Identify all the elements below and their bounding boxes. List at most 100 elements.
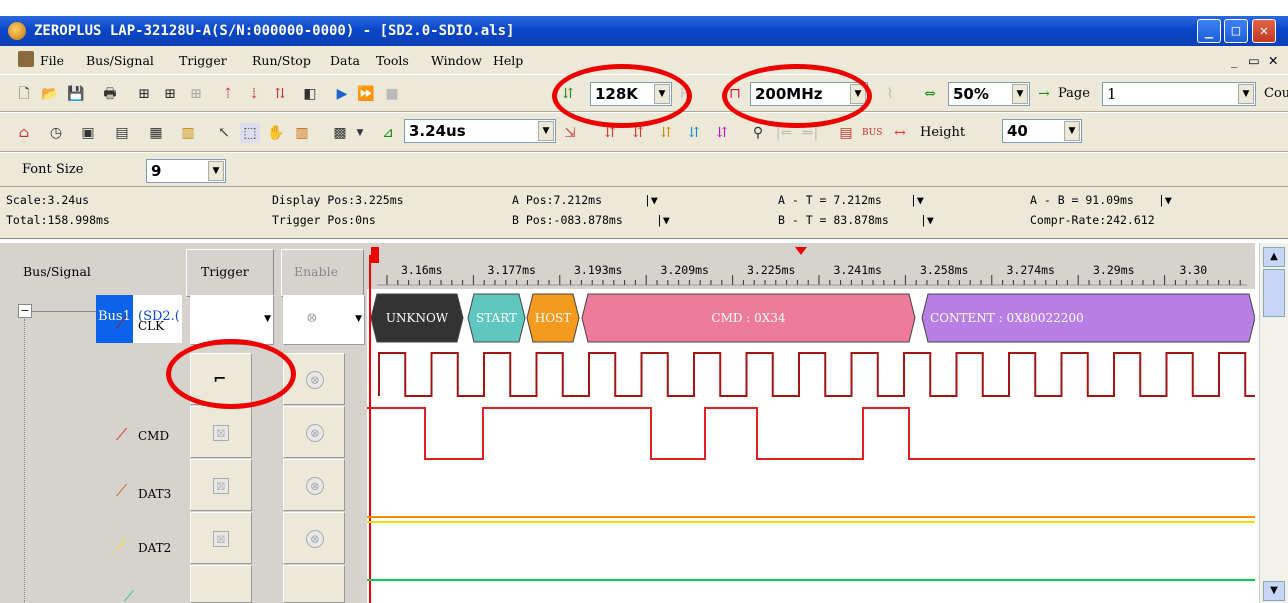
pointer-icon[interactable]: ↖	[214, 123, 234, 143]
zoom-fit-icon[interactable]: ⇔	[920, 84, 940, 104]
menu-help[interactable]: Help	[493, 53, 523, 68]
package-icon[interactable]: ▥	[178, 123, 198, 143]
annotation-circle-trigger	[166, 339, 296, 409]
collapse-icon[interactable]: −	[18, 304, 32, 318]
mdi-restore-icon[interactable]: ▭	[1248, 53, 1260, 68]
height-label: Height	[920, 125, 966, 140]
signal-name[interactable]: CMD	[138, 429, 169, 443]
scroll-up-icon[interactable]: ▲	[1263, 247, 1285, 267]
cursor-d-icon[interactable]: ⇵	[684, 123, 704, 143]
b-t-info: B - T = 83.878ms	[778, 213, 889, 227]
signal-name[interactable]: DAT3	[138, 487, 171, 501]
scroll-down-icon[interactable]: ▼	[1263, 581, 1285, 601]
home-icon[interactable]: ⌂	[14, 123, 34, 143]
chevron-down-icon[interactable]: |▼	[920, 213, 934, 227]
decode-label: CONTENT : 0X80022200	[930, 311, 1084, 325]
menu-window[interactable]: Window	[431, 53, 482, 68]
signal-swap-icon[interactable]: ↔	[890, 123, 910, 143]
run-repeat-icon[interactable]: ⏩	[356, 84, 376, 104]
bus-icon[interactable]: BUS	[862, 123, 882, 143]
font-size-select[interactable]: 9 ▼	[146, 159, 226, 183]
menu-trigger[interactable]: Trigger	[179, 53, 227, 68]
bus-edit-icon[interactable]: ⊞	[160, 84, 180, 104]
trigger-cell-partial[interactable]	[190, 565, 252, 603]
dropdown-icon[interactable]: ▼	[350, 123, 370, 143]
page-value: 1	[1107, 85, 1117, 103]
list-icon[interactable]: ▤	[112, 123, 132, 143]
minimize-button[interactable]: _	[1197, 19, 1221, 43]
capture-icon[interactable]: ◧	[300, 84, 320, 104]
waveform-icon[interactable]: ⌇	[880, 84, 900, 104]
falling-edge-icon[interactable]: ⇣	[244, 84, 264, 104]
dont-care-icon: ⊠	[213, 531, 229, 547]
signal-name[interactable]: CLK	[138, 319, 164, 333]
scale-value: 3.24us	[409, 122, 466, 140]
stop-icon[interactable]: ■	[382, 84, 402, 104]
trigger-cell-cmd[interactable]: ⊠	[190, 406, 252, 458]
height-select[interactable]: 40 ▼	[1002, 119, 1082, 143]
search-icon[interactable]: ⚲	[748, 123, 768, 143]
app-menu-icon[interactable]	[18, 51, 34, 67]
font-size-label: Font Size	[22, 162, 84, 177]
cursor-a-marker-icon[interactable]	[371, 247, 379, 263]
bus-config-icon[interactable]: ▩	[330, 123, 350, 143]
close-button[interactable]: ✕	[1252, 19, 1276, 43]
cursor-c-icon[interactable]: ⇵	[656, 123, 676, 143]
clock-icon[interactable]: ◷	[46, 123, 66, 143]
measure-icon[interactable]: ▥	[292, 123, 312, 143]
menu-data[interactable]: Data	[330, 53, 360, 68]
run-icon[interactable]: ▶	[332, 84, 352, 104]
page-select[interactable]: 1 ▼	[1102, 82, 1256, 106]
vertical-scrollbar[interactable]: ▲ ▼	[1259, 243, 1288, 603]
zoom-select[interactable]: 50% ▼	[948, 82, 1030, 106]
menu-run-stop[interactable]: Run/Stop	[252, 53, 311, 68]
probe-dat1-icon: ⟋	[124, 589, 134, 603]
trigger-cell-dat2[interactable]: ⊠	[190, 512, 252, 564]
maximize-button[interactable]: □	[1224, 19, 1248, 43]
signal-edit-icon[interactable]: ⊞	[186, 84, 206, 104]
enable-cell-partial[interactable]	[283, 565, 345, 603]
enable-cell-cmd[interactable]: ⊗	[283, 406, 345, 458]
trigger-setup-icon[interactable]: ⊞	[134, 84, 154, 104]
waveform-area[interactable]: UNKNOW START HOST CMD : 0X34 CONTENT : 0X800…	[367, 243, 1255, 603]
screen-icon[interactable]: ▣	[78, 123, 98, 143]
chevron-down-icon[interactable]: |▼	[910, 193, 924, 207]
scroll-thumb[interactable]	[1263, 269, 1285, 317]
open-folder-icon[interactable]: 📂	[40, 84, 60, 104]
chevron-down-icon: ▼	[1238, 84, 1254, 104]
bus-trigger-cell[interactable]: ▼	[190, 295, 274, 345]
menu-tools[interactable]: Tools	[376, 53, 409, 68]
mdi-close-icon[interactable]: ✕	[1268, 53, 1278, 68]
chevron-down-icon: ▼	[355, 314, 362, 324]
cursor-e-icon[interactable]: ⇵	[712, 123, 732, 143]
enable-cell-dat3[interactable]: ⊗	[283, 459, 345, 511]
save-icon[interactable]: 💾	[66, 84, 86, 104]
hand-icon[interactable]: ✋	[266, 123, 286, 143]
state-icon[interactable]: ▦	[146, 123, 166, 143]
select-icon[interactable]: ⬚	[240, 123, 260, 143]
enable-cell-dat2[interactable]: ⊗	[283, 512, 345, 564]
bookmark-icon[interactable]: ▤	[836, 123, 856, 143]
annotation-circle-memory	[552, 64, 692, 128]
bus-enable-cell[interactable]: ⊗ ▼	[283, 295, 365, 345]
chevron-down-icon[interactable]: |▼	[1158, 193, 1172, 207]
chevron-down-icon[interactable]: |▼	[644, 193, 658, 207]
chevron-down-icon[interactable]: |▼	[656, 213, 670, 227]
page-icon: →	[1038, 86, 1050, 102]
trigger-jump-icon[interactable]: ⇲	[560, 123, 580, 143]
measurement-info: Scale:3.24us Total:158.998ms Display Pos…	[0, 187, 1288, 239]
mdi-minimize-icon[interactable]: _	[1231, 53, 1237, 68]
new-file-icon[interactable]: 🗋	[14, 84, 34, 104]
either-edge-icon[interactable]: ⇅	[270, 84, 290, 104]
menu-bus-signal[interactable]: Bus/Signal	[86, 53, 154, 68]
chevron-down-icon: ▼	[538, 121, 554, 141]
decode-label: CMD : 0X34	[711, 311, 786, 325]
font-size-value: 9	[151, 162, 162, 180]
dont-care-icon: ⊠	[213, 478, 229, 494]
trigger-cell-dat3[interactable]: ⊠	[190, 459, 252, 511]
signal-name[interactable]: DAT2	[138, 541, 171, 555]
print-icon[interactable]: 🖶	[100, 84, 120, 104]
rising-edge-icon[interactable]: ⇡	[218, 84, 238, 104]
menu-file[interactable]: File	[40, 53, 64, 68]
scale-select[interactable]: 3.24us ▼	[404, 119, 556, 143]
